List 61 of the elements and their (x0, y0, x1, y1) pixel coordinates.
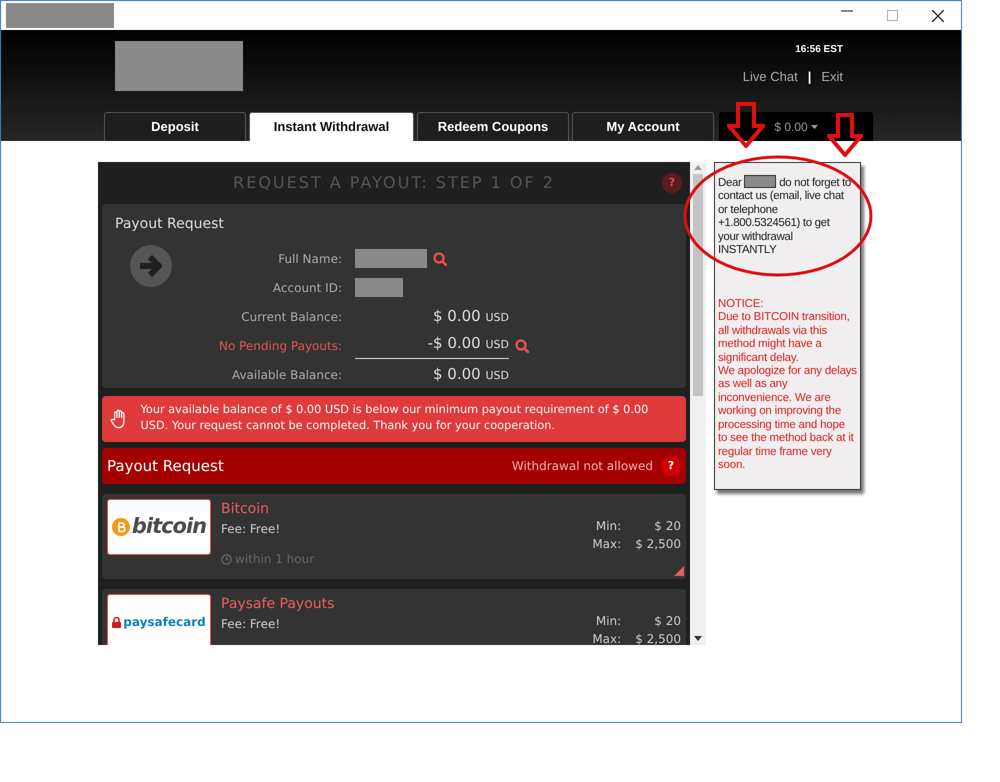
alert-message: Your available balance of $ 0.00 USD is below our minimum payout requirement of $ 0.00 USD. Your request cannot be completed. Thank you for your cooperation. (140, 402, 650, 434)
field-label: Current Balance: (240, 308, 342, 326)
fee-text: Fee: Free! (221, 616, 282, 633)
contact-message: Dear do not forget to contact us (email, live chat or telephone +1.800.5324561) to get your withdrawal INSTANTLY (718, 175, 851, 258)
coin-icon (112, 518, 130, 536)
redacted-name (744, 175, 776, 188)
amount-text: -$ 0.00 USD (355, 332, 509, 359)
contact-link[interactable]: live chat (804, 190, 844, 202)
maximize-icon[interactable] (887, 10, 898, 20)
clock-time: 16:56 EST (794, 43, 843, 57)
contact-link[interactable]: email (773, 190, 799, 202)
help-button[interactable]: ? (661, 456, 681, 476)
method-name: Bitcoin (221, 500, 270, 519)
header-link[interactable]: Exit (821, 67, 843, 86)
limit-label: Min: (594, 613, 622, 630)
limit-value: $ 2,500 (635, 631, 681, 645)
scroll-up-icon[interactable] (694, 165, 702, 170)
amount-text: $ 0.00 USD (432, 306, 509, 328)
corner-mark (674, 566, 684, 576)
bar-title: Payout Request (107, 456, 224, 477)
padlock-icon (112, 616, 122, 628)
limit-value: $ 2,500 (635, 536, 681, 553)
limit-label: Min: (594, 518, 622, 535)
redacted-value (355, 249, 427, 268)
method-logo: bitcoin (107, 499, 211, 555)
amount-text: $ 0.00 USD (432, 364, 509, 386)
scroll-thumb[interactable] (693, 174, 703, 396)
nav-tab[interactable]: Redeem Coupons (417, 112, 569, 141)
caret-icon (810, 124, 818, 128)
payout-method-card[interactable]: paysafecard Paysafe Payouts Fee: Free! Min: $ 20 Max: $ 2,500 (102, 589, 686, 645)
separator-text: | (808, 68, 812, 86)
scrollbar[interactable] (690, 162, 706, 645)
method-logo: paysafecard (107, 594, 211, 645)
arrow-right-icon (130, 245, 172, 287)
status-text: Withdrawal not allowed (512, 458, 653, 475)
field-label: Full Name: (277, 250, 342, 268)
redacted-value (355, 278, 403, 297)
close-icon[interactable] (932, 10, 944, 22)
fee-text: Fee: Free! (221, 521, 282, 538)
annotation-arrow (727, 102, 765, 148)
nav-tab[interactable]: Deposit (104, 112, 246, 141)
minimize-icon[interactable] (841, 10, 853, 12)
notice-text: We apologize for any delays as well as any inconvenience. We are working on improving the processing time and hope to see the method back at it regular time frame very soon. (718, 364, 857, 473)
method-name: Paysafe Payouts (221, 595, 336, 614)
limit-label: Max: (592, 631, 622, 645)
field-label: Available Balance: (230, 366, 342, 384)
field-label: Account ID: (272, 280, 342, 296)
notice-text: NOTICE: (718, 298, 764, 312)
notice-text: Due to BITCOIN transition, all withdrawals via this method might have a significant delay. (718, 311, 851, 365)
header-link[interactable]: Live Chat (742, 67, 798, 86)
search-icon[interactable] (433, 252, 447, 266)
limit-value: $ 20 (653, 613, 681, 630)
limit-label: Max: (592, 536, 622, 553)
section-heading: Payout Request (115, 215, 225, 234)
nav-tab[interactable]: My Account (572, 112, 714, 141)
nav-tab[interactable]: Instant Withdrawal (249, 112, 414, 141)
clock-icon (221, 554, 232, 564)
search-icon[interactable] (515, 338, 529, 352)
annotation-arrow (827, 113, 863, 157)
scroll-down-icon[interactable] (694, 636, 702, 641)
limit-value: $ 20 (653, 518, 681, 535)
